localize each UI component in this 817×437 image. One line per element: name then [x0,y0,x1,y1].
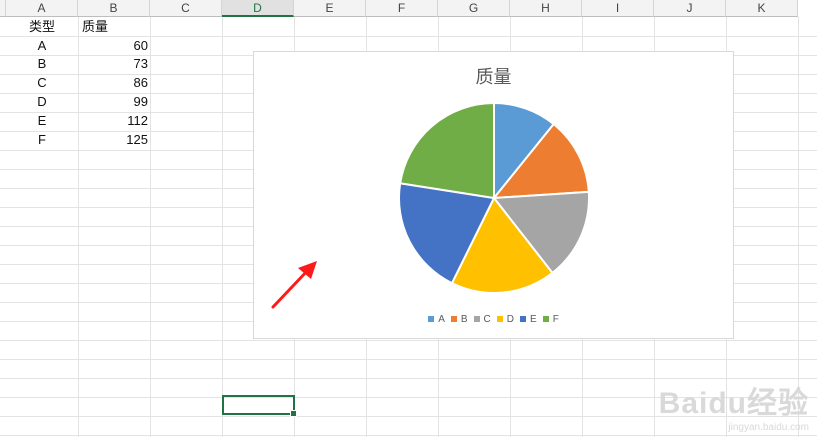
legend-label: B [460,314,468,325]
legend-label: C [483,314,491,325]
grid-line [150,17,151,437]
legend-label: A [438,314,445,325]
column-header-a[interactable]: A [6,0,78,17]
table-cell-type[interactable]: E [6,112,78,130]
column-header-b[interactable]: B [78,0,150,17]
grid-line [798,17,799,437]
grid-line [222,17,223,437]
legend-label: E [530,314,537,325]
grid-line [0,340,817,341]
legend-item-a[interactable]: A [428,314,445,325]
column-header-j[interactable]: J [654,0,726,17]
legend-item-d[interactable]: D [496,314,515,325]
legend-label: D [506,314,515,325]
pie-chart[interactable]: 质量 ABCDEF [253,51,734,339]
legend-swatch [450,316,457,323]
header-cell-type[interactable]: 类型 [6,18,78,36]
column-header-k[interactable]: K [726,0,798,17]
table-cell-value[interactable]: 112 [80,112,148,130]
legend-swatch [496,316,503,323]
table-cell-value[interactable]: 60 [80,37,148,55]
chart-legend: A B C D E F [254,314,733,325]
table-cell-type[interactable]: A [6,37,78,55]
legend-label: F [552,314,559,325]
column-header-h[interactable]: H [510,0,582,17]
column-header-c[interactable]: C [150,0,222,17]
pie-plot [398,101,590,294]
fill-handle[interactable] [290,410,297,417]
table-cell-value[interactable]: 125 [80,131,148,149]
column-header-i[interactable]: I [582,0,654,17]
column-header-d[interactable]: D [222,0,294,17]
header-cell-mass[interactable]: 质量 [82,18,150,36]
table-cell-value[interactable]: 86 [80,74,148,92]
grid-line [78,17,79,437]
red-arrow-icon [271,261,317,309]
legend-swatch [428,316,435,323]
legend-swatch [473,316,480,323]
table-cell-type[interactable]: D [6,93,78,111]
grid-line [0,359,817,360]
column-header-e[interactable]: E [294,0,366,17]
legend-item-e[interactable]: E [520,314,537,325]
legend-swatch [520,316,527,323]
spreadsheet: ABCDEFGHIJK 类型 质量 A 60 B 73 C 86 D 99 E … [0,0,817,437]
table-cell-type[interactable]: B [6,55,78,73]
pie-slice-f[interactable] [399,101,495,200]
legend-item-c[interactable]: C [473,314,491,325]
legend-item-f[interactable]: F [542,314,559,325]
column-header-g[interactable]: G [438,0,510,17]
select-all-corner[interactable] [0,0,6,17]
active-cell-selection[interactable] [222,395,297,417]
legend-swatch [542,316,549,323]
table-cell-type[interactable]: F [6,131,78,149]
baidu-watermark: Baidu经验 jingyan.baidu.com [658,387,809,433]
table-cell-value[interactable]: 73 [80,55,148,73]
table-cell-type[interactable]: C [6,74,78,92]
grid-line [0,435,817,436]
legend-item-b[interactable]: B [450,314,468,325]
column-header-f[interactable]: F [366,0,438,17]
table-cell-value[interactable]: 99 [80,93,148,111]
